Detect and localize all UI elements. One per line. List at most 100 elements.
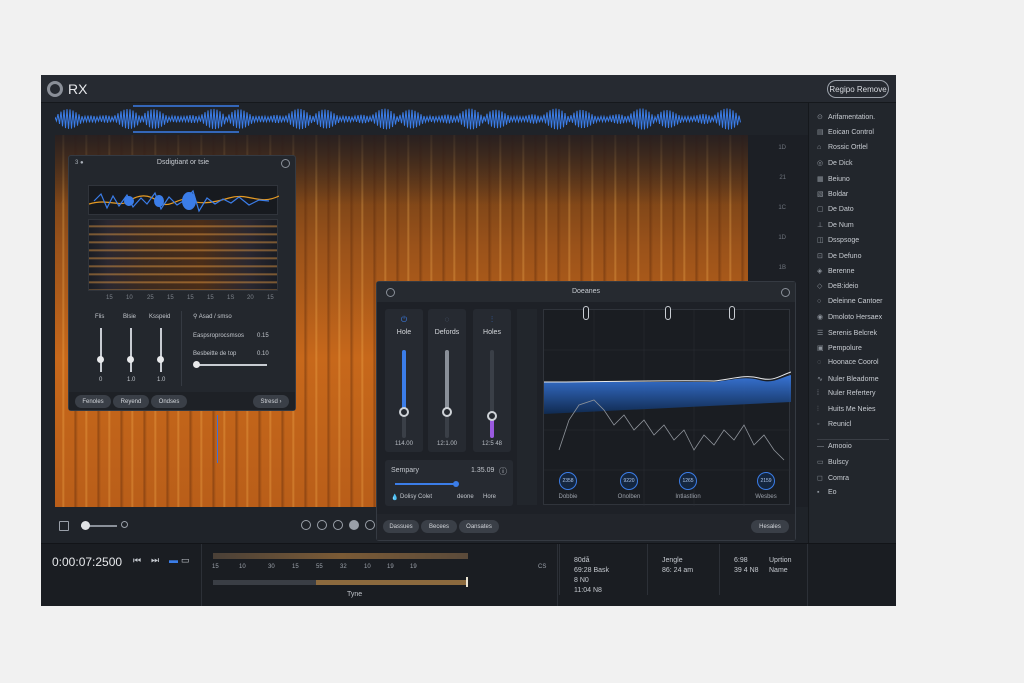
sidebar-item[interactable]: ▪ Eo: [817, 489, 837, 496]
sidebar-item[interactable]: ○ Deleinne Cantoer: [817, 298, 882, 305]
summary-slider[interactable]: [395, 483, 455, 485]
summary-option[interactable]: Hore: [483, 494, 496, 500]
sidebar-item[interactable]: ◉ Dmoloto Hersaex: [817, 313, 882, 321]
sidebar-item[interactable]: ◇ DeB:ideio: [817, 282, 858, 290]
sidebar-item[interactable]: ⌂ Rossic Ortlel: [817, 144, 868, 151]
panel-waveform[interactable]: [88, 185, 280, 215]
eye-icon[interactable]: [121, 521, 128, 528]
playhead-cursor[interactable]: [217, 415, 218, 463]
module-icon: ◌: [817, 359, 822, 367]
footer-button[interactable]: Reyend: [113, 395, 149, 408]
sidebar-item[interactable]: ⊥ De Num: [817, 221, 854, 229]
power-icon[interactable]: ⏻: [385, 315, 423, 325]
sidebar-item[interactable]: ◫ Dsspsoge: [817, 236, 859, 244]
sidebar-item[interactable]: ⊙ Arifamentation.: [817, 113, 875, 121]
zoom-selection-icon[interactable]: [349, 520, 359, 530]
panel-freq-tick: 15: [187, 295, 194, 301]
sidebar-item-label: Hoonace Coorol: [828, 359, 879, 367]
info-line: 39 4 N8: [734, 567, 759, 574]
fader-knob[interactable]: [487, 411, 497, 421]
footer-button[interactable]: Ondses: [151, 395, 187, 408]
record-icon[interactable]: ▭: [181, 555, 190, 566]
zoom-out-icon[interactable]: [333, 520, 343, 530]
panel-freq-tick: 15: [267, 295, 274, 301]
horizontal-slider-knob[interactable]: [193, 361, 200, 368]
slider-value: 0: [99, 377, 103, 383]
sidebar-item[interactable]: ▤ Eoican Control: [817, 128, 874, 136]
region-remove-button[interactable]: Regipo Remove: [827, 80, 889, 98]
info-column-4: Uprtion Name: [761, 544, 807, 595]
summary-option[interactable]: deone: [457, 494, 474, 500]
eq-graph[interactable]: [543, 309, 792, 506]
power-icon[interactable]: ◌: [428, 315, 466, 324]
sidebar-item[interactable]: ∿ Nuler Bleadorne: [817, 375, 879, 383]
summary-slider-knob[interactable]: [453, 481, 459, 487]
app-header: RX Regipo Remove: [41, 75, 896, 103]
sidebar-item[interactable]: ☰ Serenis Belcrek: [817, 329, 877, 337]
footer-button[interactable]: Dassues: [383, 520, 419, 533]
help-icon[interactable]: [781, 288, 790, 297]
zoom-slider-knob[interactable]: [81, 521, 90, 530]
eq-node[interactable]: 1265: [679, 472, 697, 490]
vertical-slider[interactable]: [100, 328, 102, 372]
sidebar-item[interactable]: ◌ Hoonace Coorol: [817, 359, 879, 366]
module-icon: —: [817, 443, 824, 450]
sidebar-item[interactable]: ⁞ Nuler Refertery: [817, 390, 875, 397]
skip-back-icon[interactable]: ⏮: [133, 555, 141, 566]
footer-button[interactable]: Becees: [421, 520, 457, 533]
sidebar-item[interactable]: ◎ De Dick: [817, 159, 853, 167]
sidebar-item[interactable]: — Amooio: [817, 443, 852, 450]
sidebar-item[interactable]: ⫶ Huits Me Neies: [817, 406, 875, 414]
timeline-overview[interactable]: [213, 553, 468, 559]
play-icon[interactable]: ⏭: [151, 555, 159, 566]
sidebar-item[interactable]: ◻ Comra: [817, 474, 849, 482]
sidebar-item[interactable]: ⊡ De Defuno: [817, 252, 861, 260]
module-icon: ⁞: [817, 390, 819, 398]
node-label: Wesbes: [755, 494, 777, 500]
footer-button[interactable]: Fenoles: [75, 395, 111, 408]
band-handle[interactable]: [665, 306, 671, 320]
magnify-icon[interactable]: [365, 520, 375, 530]
info-icon[interactable]: ⓘ: [499, 466, 507, 477]
sidebar-item[interactable]: ▦ Beiuno: [817, 175, 850, 183]
help-icon[interactable]: [281, 159, 290, 168]
sidebar-item[interactable]: ◈ Berenne: [817, 267, 854, 275]
sidebar-item[interactable]: ▭ Bulscy: [817, 458, 849, 466]
fader-knob[interactable]: [399, 406, 409, 417]
equalizer-icon[interactable]: ⫶: [473, 315, 511, 325]
view-mode-icon[interactable]: [59, 521, 69, 531]
waveform-overview[interactable]: [41, 103, 808, 135]
footer-right-button[interactable]: Hesales: [751, 520, 789, 533]
slider-knob[interactable]: [157, 356, 164, 363]
horizontal-slider[interactable]: [197, 364, 267, 366]
fader-module: ⫶ Holes 12:5 48: [473, 309, 511, 452]
eq-node[interactable]: 9220: [620, 472, 638, 490]
info-line: 8 N0: [574, 577, 589, 584]
footer-right-button[interactable]: Stresd ›: [253, 395, 289, 408]
sidebar-item-label: Eo: [828, 489, 837, 497]
band-handle[interactable]: [583, 306, 589, 320]
sidebar-item-label: Bulscy: [828, 459, 849, 467]
vertical-slider[interactable]: [160, 328, 162, 372]
summary-value: 1.35.09: [471, 467, 495, 474]
summary-option[interactable]: Dolisy Colet: [400, 494, 432, 500]
dialog-left-panel: 3 ● Dsdigtiant or tsie 15 10 25 15 15 15…: [68, 155, 296, 411]
eq-node[interactable]: 2159: [757, 472, 775, 490]
sidebar-item[interactable]: ▣ Pempolure: [817, 344, 862, 352]
band-handle[interactable]: [729, 306, 735, 320]
zoom-in-icon[interactable]: [317, 520, 327, 530]
eq-node[interactable]: 2358: [559, 472, 577, 490]
footer-button[interactable]: Oansates: [459, 520, 499, 533]
sidebar-item[interactable]: ◦ Reunicl: [817, 421, 851, 428]
sidebar-item-label: Huits Me Neies: [828, 405, 876, 413]
zoom-fit-icon[interactable]: [301, 520, 311, 530]
slider-knob[interactable]: [97, 356, 104, 363]
slider-knob[interactable]: [127, 356, 134, 363]
vertical-slider[interactable]: [130, 328, 132, 372]
fader-knob[interactable]: [442, 406, 452, 417]
timeline-playhead[interactable]: [466, 577, 468, 587]
panel-spectrogram[interactable]: [88, 219, 278, 291]
sidebar-item[interactable]: ▢ De Dato: [817, 205, 854, 213]
sidebar-item[interactable]: ▧ Boldar: [817, 190, 848, 198]
loop-icon[interactable]: ▬: [169, 555, 178, 565]
